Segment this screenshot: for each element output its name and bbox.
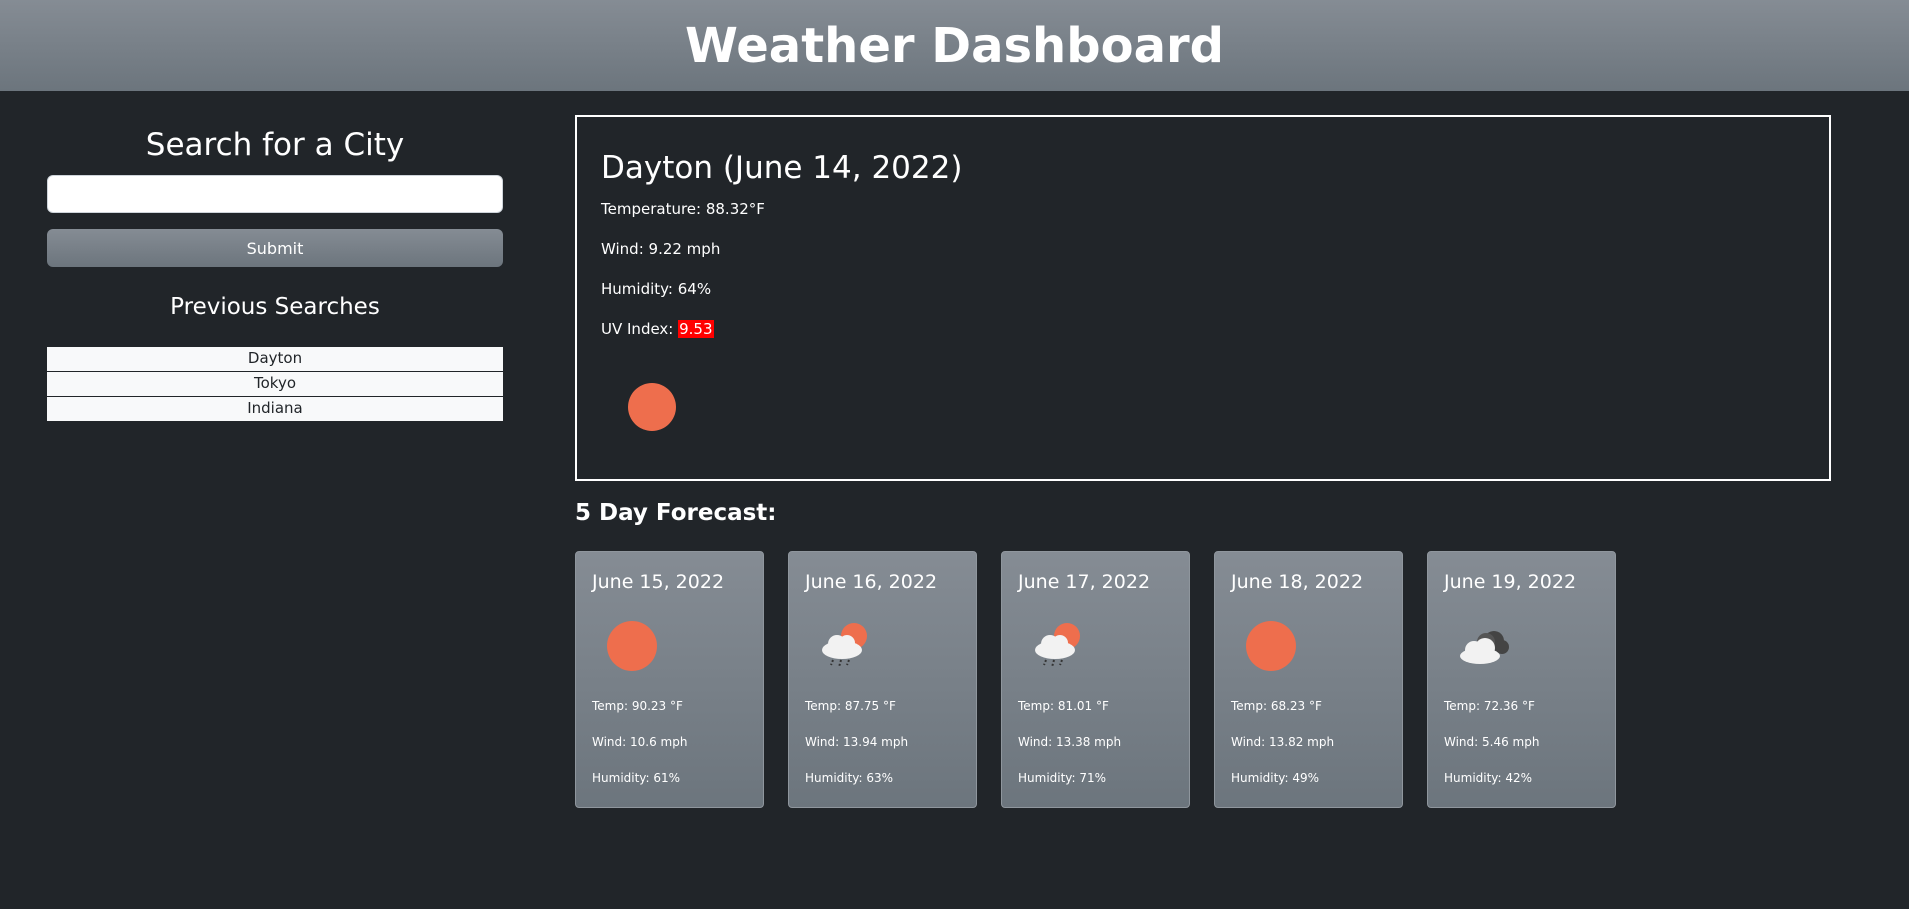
current-weather-panel: Dayton (June 14, 2022) Temperature: 88.3… bbox=[575, 115, 1831, 481]
forecast-card: June 19, 2022 Temp: 72.36 °F Wind: 5.46 … bbox=[1427, 551, 1616, 808]
forecast-humidity: Humidity: 42% bbox=[1444, 771, 1533, 785]
forecast-wind: Wind: 5.46 mph bbox=[1444, 735, 1540, 749]
forecast-humidity: Humidity: 63% bbox=[805, 771, 894, 785]
search-sidebar: Search for a City Submit Previous Search… bbox=[47, 91, 503, 422]
sun-icon bbox=[628, 383, 676, 431]
forecast-temp: Temp: 90.23 °F bbox=[592, 699, 683, 713]
forecast-temp: Temp: 68.23 °F bbox=[1231, 699, 1322, 713]
previous-search-dayton[interactable]: Dayton bbox=[47, 347, 503, 372]
uv-value-badge: 9.53 bbox=[678, 320, 714, 338]
previous-search-indiana[interactable]: Indiana bbox=[47, 397, 503, 422]
broken-clouds-icon bbox=[1460, 631, 1509, 664]
current-wind: Wind: 9.22 mph bbox=[601, 240, 721, 258]
forecast-date: June 19, 2022 bbox=[1444, 571, 1577, 593]
forecast-card: June 17, 2022 Temp: 81.01 °F Wind: 13.38… bbox=[1001, 551, 1190, 808]
previous-searches-list: Dayton Tokyo Indiana bbox=[47, 347, 503, 422]
forecast-date: June 16, 2022 bbox=[805, 571, 938, 593]
uv-label: UV Index: bbox=[601, 320, 679, 338]
page-header: Weather Dashboard bbox=[0, 0, 1909, 91]
forecast-humidity: Humidity: 61% bbox=[592, 771, 681, 785]
forecast-date: June 17, 2022 bbox=[1018, 571, 1151, 593]
city-search-input[interactable] bbox=[47, 175, 503, 213]
current-humidity: Humidity: 64% bbox=[601, 280, 712, 298]
forecast-wind: Wind: 13.82 mph bbox=[1231, 735, 1335, 749]
current-city-title: Dayton (June 14, 2022) bbox=[601, 150, 963, 186]
forecast-wind: Wind: 10.6 mph bbox=[592, 735, 688, 749]
forecast-card: June 15, 2022 Temp: 90.23 °F Wind: 10.6 … bbox=[575, 551, 764, 808]
search-title: Search for a City bbox=[145, 127, 405, 163]
forecast-temp: Temp: 87.75 °F bbox=[805, 699, 896, 713]
current-temperature: Temperature: 88.32°F bbox=[601, 200, 765, 218]
sun-icon bbox=[1246, 621, 1296, 671]
forecast-temp: Temp: 81.01 °F bbox=[1018, 699, 1109, 713]
sun-rain-cloud-icon bbox=[1035, 623, 1080, 668]
forecast-card: June 16, 2022 Temp: 87.75 °F Wind: 13.94… bbox=[788, 551, 977, 808]
forecast-temp: Temp: 72.36 °F bbox=[1444, 699, 1535, 713]
forecast-card: June 18, 2022 Temp: 68.23 °F Wind: 13.82… bbox=[1214, 551, 1403, 808]
previous-searches-title: Previous Searches bbox=[170, 294, 380, 320]
forecast-humidity: Humidity: 49% bbox=[1231, 771, 1320, 785]
previous-search-tokyo[interactable]: Tokyo bbox=[47, 372, 503, 397]
submit-button[interactable]: Submit bbox=[47, 229, 503, 267]
sun-rain-cloud-icon bbox=[822, 623, 867, 668]
page-title: Weather Dashboard bbox=[685, 17, 1224, 74]
forecast-humidity: Humidity: 71% bbox=[1018, 771, 1107, 785]
forecast-row: June 15, 2022 Temp: 90.23 °F Wind: 10.6 … bbox=[575, 551, 1640, 808]
forecast-date: June 18, 2022 bbox=[1231, 571, 1364, 593]
forecast-wind: Wind: 13.94 mph bbox=[805, 735, 909, 749]
forecast-title: 5 Day Forecast: bbox=[575, 500, 777, 526]
sun-icon bbox=[607, 621, 657, 671]
forecast-date: June 15, 2022 bbox=[592, 571, 725, 593]
forecast-wind: Wind: 13.38 mph bbox=[1018, 735, 1122, 749]
current-uv: UV Index: 9.53 bbox=[601, 309, 1805, 349]
